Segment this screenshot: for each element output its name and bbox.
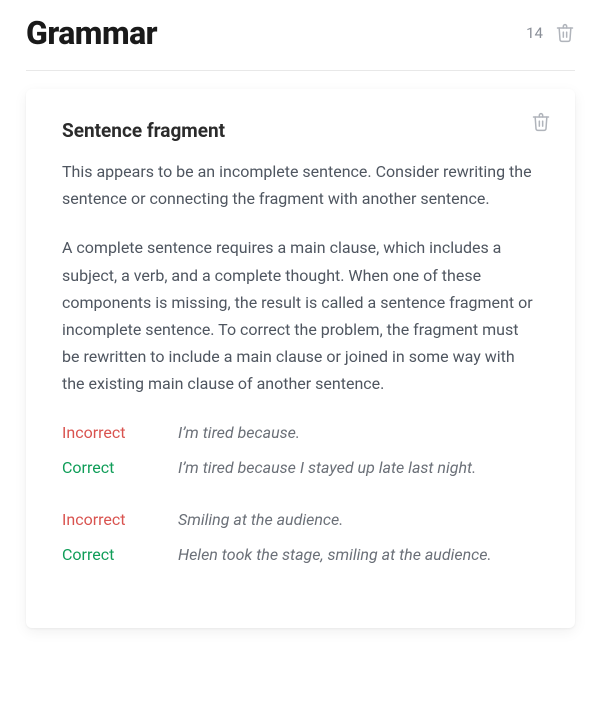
card-container: Sentence fragment This appears to be an …	[26, 71, 575, 628]
example-incorrect-text: Smiling at the audience.	[178, 507, 343, 533]
examples-list: Incorrect I’m tired because. Correct I’m…	[62, 420, 539, 568]
trash-icon	[555, 22, 575, 44]
example-group: Incorrect I’m tired because. Correct I’m…	[62, 420, 539, 481]
example-row-incorrect: Incorrect I’m tired because.	[62, 420, 539, 446]
trash-icon	[531, 111, 551, 133]
page-root: Grammar 14	[0, 0, 601, 628]
example-row-incorrect: Incorrect Smiling at the audience.	[62, 507, 539, 533]
section-header: Grammar 14	[26, 14, 575, 71]
label-incorrect: Incorrect	[62, 507, 178, 533]
example-row-correct: Correct I’m tired because I stayed up la…	[62, 455, 539, 481]
issue-count: 14	[526, 24, 543, 42]
label-correct: Correct	[62, 455, 178, 481]
label-incorrect: Incorrect	[62, 420, 178, 446]
label-correct: Correct	[62, 542, 178, 568]
issue-card: Sentence fragment This appears to be an …	[26, 89, 575, 628]
issue-summary: This appears to be an incomplete sentenc…	[62, 158, 539, 212]
section-header-right: 14	[526, 22, 575, 44]
issue-explanation: A complete sentence requires a main clau…	[62, 234, 539, 397]
example-group: Incorrect Smiling at the audience. Corre…	[62, 507, 539, 568]
dismiss-card-button[interactable]	[531, 111, 551, 133]
example-correct-text: Helen took the stage, smiling at the aud…	[178, 542, 492, 568]
example-incorrect-text: I’m tired because.	[178, 420, 300, 446]
delete-all-button[interactable]	[555, 22, 575, 44]
issue-title: Sentence fragment	[62, 119, 539, 142]
example-correct-text: I’m tired because I stayed up late last …	[178, 455, 476, 481]
example-row-correct: Correct Helen took the stage, smiling at…	[62, 542, 539, 568]
section-title: Grammar	[26, 14, 157, 52]
